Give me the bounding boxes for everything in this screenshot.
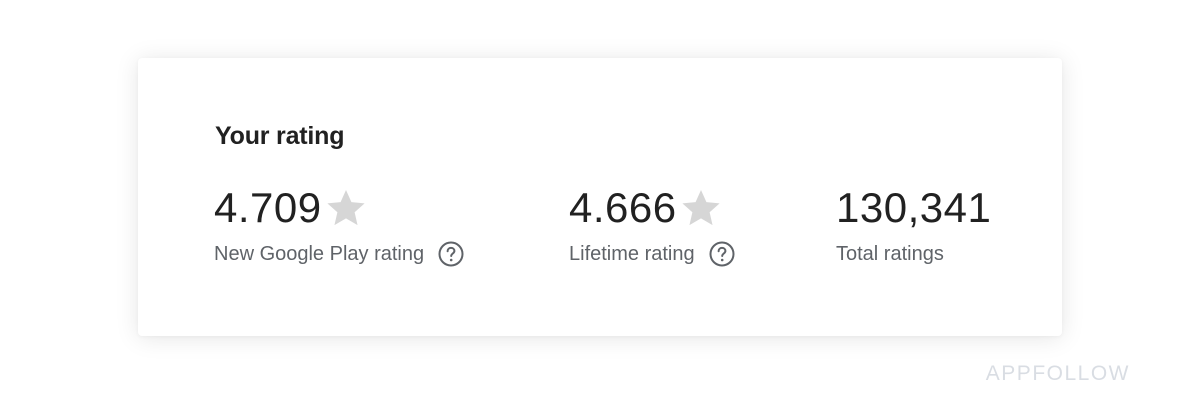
metric-label: New Google Play rating <box>214 242 425 265</box>
rating-card: Your rating 4.709 New Google Play rating <box>138 58 1062 336</box>
metric-value-row: 4.709 <box>214 182 464 234</box>
metric-label-row: New Google Play rating <box>214 240 464 268</box>
metric-value: 4.709 <box>214 184 322 231</box>
page: Your rating 4.709 New Google Play rating <box>0 0 1200 414</box>
metric-value: 130,341 <box>836 184 992 231</box>
metric-lifetime-rating: 4.666 Lifetime rating <box>569 182 735 268</box>
metric-label: Total ratings <box>836 242 944 265</box>
help-circle-icon[interactable] <box>438 241 464 267</box>
metric-value-row: 4.666 <box>569 182 735 234</box>
metric-value: 4.666 <box>569 184 677 231</box>
metric-total-ratings: 130,341 Total ratings <box>836 182 991 268</box>
star-icon <box>679 186 723 230</box>
metric-label-row: Total ratings <box>836 240 991 268</box>
metric-new-google-play-rating: 4.709 New Google Play rating <box>214 182 464 268</box>
card-title: Your rating <box>215 122 345 150</box>
metric-label: Lifetime rating <box>569 242 695 265</box>
metric-value-row: 130,341 <box>836 182 991 234</box>
star-icon <box>324 186 368 230</box>
metric-label-row: Lifetime rating <box>569 240 735 268</box>
appfollow-watermark: APPFOLLOW <box>985 362 1130 385</box>
help-circle-icon[interactable] <box>709 241 735 267</box>
